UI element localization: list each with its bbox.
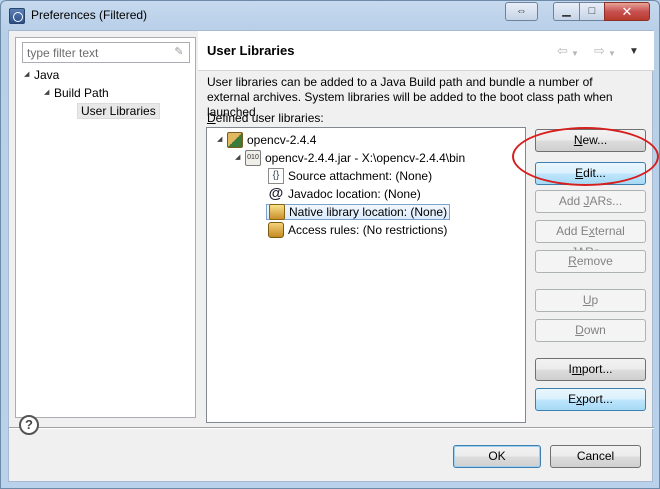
button-label: p [591,293,599,307]
window-title: Preferences (Filtered) [31,8,148,22]
tree-item-label: opencv-2.4.4.jar - X:\opencv-2.4.4\bin [265,151,466,165]
tree-item-javadoc[interactable]: @ Javadoc location: (None) [268,185,421,203]
button-label: ARs... [589,194,623,208]
tree-item-label: Source attachment: (None) [288,169,433,183]
tree-item-native-library[interactable]: Native library location: (None) [266,203,451,221]
close-button[interactable]: ✕ [604,2,650,21]
down-button[interactable]: Down [535,319,646,342]
mnemonic: R [568,254,577,268]
clear-filter-icon[interactable]: ✎ [172,46,186,59]
button-label: Add E [556,224,589,238]
page-title: User Libraries [207,43,295,58]
native-library-icon [269,203,285,220]
tree-item-source-attachment[interactable]: {} Source attachment: (None) [268,167,432,185]
export-button[interactable]: Export... [535,388,646,411]
eclipse-app-icon [9,8,25,24]
title-bar: Preferences (Filtered) ⇔ ▁ □ ✕ [1,1,659,30]
defined-libraries-label: Defined user libraries: [207,111,324,125]
tree-item-label: Build Path [54,86,109,100]
back-arrow-icon[interactable]: ⇦ [557,44,568,58]
cancel-button[interactable]: Cancel [550,445,641,468]
expanded-triangle-icon[interactable]: ◢ [217,131,227,149]
expanded-triangle-icon[interactable]: ◢ [235,149,245,167]
expanded-triangle-icon[interactable]: ◢ [24,66,34,84]
footer-separator [9,427,654,429]
tree-item-label: Javadoc location: (None) [288,187,421,201]
edit-highlight-annotation [512,127,659,186]
tree-item-label: Java [34,68,60,82]
filter-input[interactable]: type filter text ✎ [22,42,190,63]
tree-item-java[interactable]: ◢ Java [24,66,59,84]
tree-item-label: User Libraries [77,103,160,119]
label-mnemonic: D [207,111,216,125]
import-button[interactable]: Import... [535,358,646,381]
button-label: E [568,392,577,406]
mnemonic: D [575,323,584,337]
preference-tree-pane: type filter text ✎ ◢ Java ◢ Build Path Use… [15,37,196,418]
source-attachment-icon: {} [268,167,284,184]
tree-item-library[interactable]: ◢ opencv-2.4.4 [217,131,316,149]
selected-item: Native library location: (None) [266,203,451,220]
page-header: User Libraries ⇦ ▼ ⇨ ▼ ▼ [198,31,654,71]
tree-item-user-libraries[interactable]: User Libraries [77,102,160,120]
button-label: emove [576,254,613,268]
help-icon[interactable]: ? [19,415,39,435]
expanded-triangle-icon[interactable]: ◢ [44,84,54,102]
button-label: Add [558,194,584,208]
label-text: efined user libraries: [215,111,324,125]
tree-item-jar[interactable]: ◢ 010 opencv-2.4.4.jar - X:\opencv-2.4.4\b… [235,149,465,167]
button-label: own [583,323,606,337]
view-menu-icon[interactable]: ▼ [629,45,639,59]
back-dropdown-icon[interactable]: ▼ [571,47,579,61]
tree-item-label: Native library location: (None) [289,205,448,219]
button-label: port... [582,392,613,406]
user-libraries-tree[interactable]: ◢ opencv-2.4.4 ◢ 010 opencv-2.4.4.jar - X:\… [206,127,526,423]
swap-icon[interactable]: ⇔ [505,2,538,21]
tree-item-label: opencv-2.4.4 [247,133,317,147]
library-icon [227,131,243,148]
javadoc-icon: @ [268,184,284,202]
forward-arrow-icon[interactable]: ⇨ [594,44,605,58]
maximize-button[interactable]: □ [579,2,605,21]
up-button[interactable]: Up [535,289,646,312]
add-external-jars-button[interactable]: Add External JARs... [535,220,646,259]
forward-dropdown-icon[interactable]: ▼ [608,47,616,61]
filter-placeholder: type filter text [27,46,99,60]
preferences-window: Preferences (Filtered) ⇔ ▁ □ ✕ type filt… [0,0,660,489]
ok-button[interactable]: OK [453,445,541,468]
tree-item-build-path[interactable]: ◢ Build Path [44,84,109,102]
tree-item-access-rules[interactable]: Access rules: (No restrictions) [268,221,447,239]
jar-icon: 010 [245,149,261,166]
mnemonic: m [571,362,582,376]
remove-button[interactable]: Remove [535,250,646,273]
minimize-button[interactable]: ▁ [553,2,580,21]
tree-item-label: Access rules: (No restrictions) [288,223,448,237]
add-jars-button[interactable]: Add JARs... [535,190,646,213]
button-label: port... [581,362,613,376]
access-rules-icon [268,221,284,238]
dialog-client: type filter text ✎ ◢ Java ◢ Build Path Use… [8,30,654,482]
